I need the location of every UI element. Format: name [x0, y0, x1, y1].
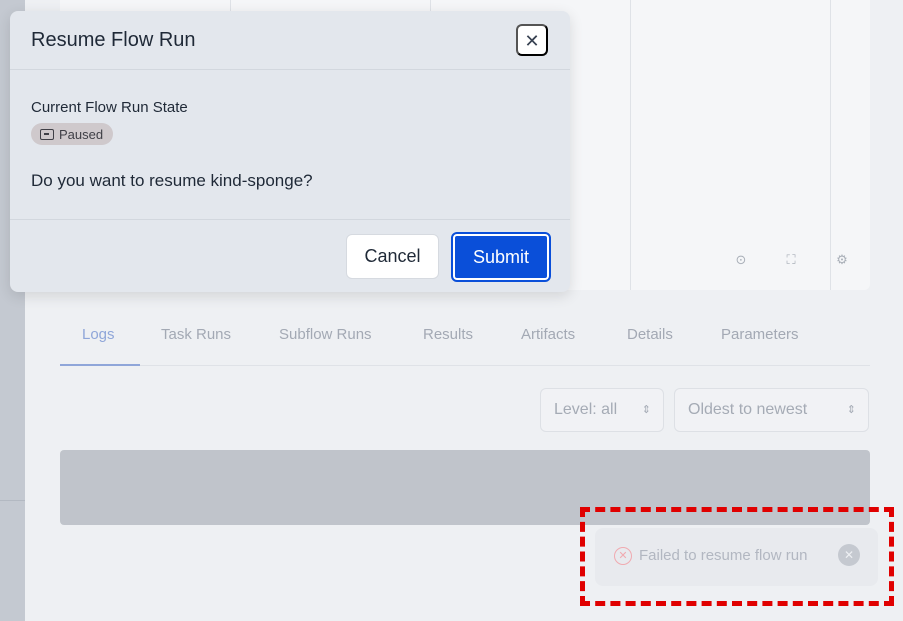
pause-square-icon [40, 128, 54, 140]
graph-gridline [830, 0, 831, 290]
tab-details[interactable]: Details [627, 326, 673, 343]
active-tab-indicator [60, 364, 140, 366]
highlight-box [580, 507, 894, 606]
expand-icon[interactable]: ⛶ [782, 252, 800, 270]
log-level-select[interactable]: Level: all ⇕ [540, 388, 664, 432]
tab-subflow-runs[interactable]: Subflow Runs [279, 326, 372, 343]
crosshair-icon[interactable]: ⊙ [732, 252, 750, 270]
close-icon[interactable]: ✕ [516, 24, 548, 56]
modal-title: Resume Flow Run [31, 29, 196, 51]
log-level-value: Level: all [554, 401, 618, 418]
chevron-updown-icon: ⇕ [846, 403, 856, 416]
sidebar-divider [0, 500, 25, 501]
run-tabs: Logs Task Runs Subflow Runs Results Arti… [60, 318, 870, 366]
resume-question: Do you want to resume kind-sponge? [31, 171, 313, 190]
tab-parameters[interactable]: Parameters [721, 326, 799, 343]
state-badge-label: Paused [59, 126, 104, 142]
tab-artifacts[interactable]: Artifacts [521, 326, 575, 343]
tab-task-runs[interactable]: Task Runs [161, 326, 231, 343]
resume-flow-run-modal: Resume Flow Run ✕ Current Flow Run State… [10, 11, 570, 292]
state-label: Current Flow Run State [31, 99, 188, 116]
log-order-value: Oldest to newest [688, 401, 808, 418]
modal-header: Resume Flow Run ✕ [10, 11, 570, 70]
tab-logs[interactable]: Logs [82, 326, 115, 343]
settings-icon[interactable]: ⚙ [833, 252, 851, 270]
submit-button[interactable]: Submit [451, 232, 551, 282]
cancel-button[interactable]: Cancel [346, 234, 439, 279]
state-badge: Paused [31, 123, 114, 145]
tab-results[interactable]: Results [423, 326, 473, 343]
modal-footer: Cancel Submit [10, 219, 570, 292]
log-order-select[interactable]: Oldest to newest ⇕ [674, 388, 869, 432]
graph-gridline [630, 0, 631, 290]
chevron-updown-icon: ⇕ [641, 403, 651, 416]
